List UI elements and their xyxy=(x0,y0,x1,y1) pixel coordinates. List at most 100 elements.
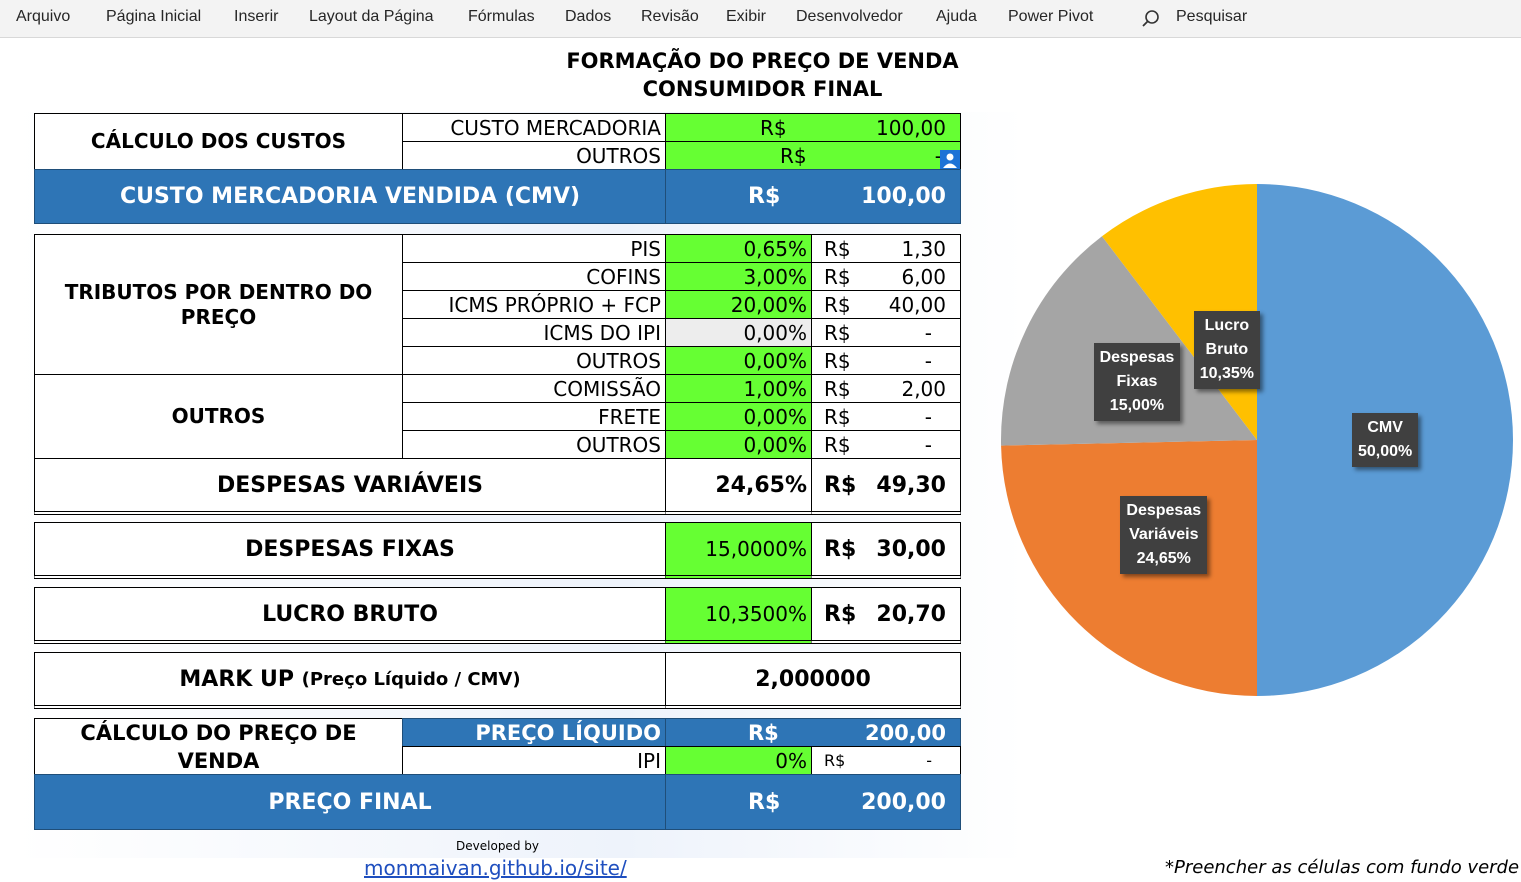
menu-ajuda[interactable]: Ajuda xyxy=(936,8,977,26)
preco-liquido-value-cell: R$ 200,00 xyxy=(665,718,961,747)
currency-symbol: R$ xyxy=(748,184,781,209)
menu-pagina-inicial[interactable]: Página Inicial xyxy=(106,8,201,26)
currency-symbol: R$ xyxy=(824,601,857,627)
custo-mercadoria-value: 100,00 xyxy=(876,115,946,140)
menu-revisao[interactable]: Revisão xyxy=(641,8,699,26)
ipi-value-cell: R$ - xyxy=(811,746,961,775)
cofins-value: 6,00 xyxy=(901,264,946,289)
icms-proprio-pct-input[interactable]: 20,00% xyxy=(665,290,812,319)
menu-formulas[interactable]: Fórmulas xyxy=(468,8,535,26)
icms-proprio-value-cell: R$ 40,00 xyxy=(811,290,961,319)
pie-chart xyxy=(1001,184,1513,696)
icms-ipi-value: - xyxy=(924,320,932,345)
currency-symbol: R$ xyxy=(824,292,851,317)
currency-symbol: R$ xyxy=(824,264,851,289)
custos-outros-label: OUTROS xyxy=(402,141,666,170)
cofins-value-cell: R$ 6,00 xyxy=(811,262,961,291)
custo-mercadoria-label: CUSTO MERCADORIA xyxy=(402,113,666,142)
frete-value-cell: R$ - xyxy=(811,402,961,431)
despesas-fixas-label: DESPESAS FIXAS xyxy=(34,522,666,579)
custo-mercadoria-input[interactable]: R$ 100,00 xyxy=(665,113,961,142)
comissao-pct-input[interactable]: 1,00% xyxy=(665,374,812,403)
currency-symbol: R$ xyxy=(824,236,851,261)
preco-header: CÁLCULO DO PREÇO DE VENDA xyxy=(34,718,403,775)
search-box[interactable]: Pesquisar xyxy=(1176,8,1247,26)
currency-symbol: R$ xyxy=(824,376,851,401)
icms-ipi-pct: 0,00% xyxy=(665,318,812,347)
despesas-variaveis-pct: 24,65% xyxy=(665,458,812,515)
outros-header: OUTROS xyxy=(34,374,403,459)
despesas-fixas-value: 30,00 xyxy=(876,536,946,562)
lucro-bruto-label: LUCRO BRUTO xyxy=(34,587,666,644)
despesas-variaveis-value-cell: R$ 49,30 xyxy=(811,458,961,515)
menu-exibir[interactable]: Exibir xyxy=(726,8,766,26)
markup-value: 2,000000 xyxy=(665,652,961,709)
currency-symbol: R$ xyxy=(824,472,857,498)
pis-pct-input[interactable]: 0,65% xyxy=(665,234,812,263)
lucro-bruto-value-cell: R$ 20,70 xyxy=(811,587,961,644)
outros-outros-label: OUTROS xyxy=(402,430,666,459)
custos-header: CÁLCULO DOS CUSTOS xyxy=(34,113,403,170)
markup-sublabel: (Preço Líquido / CMV) xyxy=(301,668,521,690)
preco-liquido-value: 200,00 xyxy=(864,720,946,745)
pis-value-cell: R$ 1,30 xyxy=(811,234,961,263)
comissao-value-cell: R$ 2,00 xyxy=(811,374,961,403)
cmv-value: 100,00 xyxy=(861,184,946,209)
despesas-variaveis-label: DESPESAS VARIÁVEIS xyxy=(34,458,666,515)
tributos-header: TRIBUTOS POR DENTRO DO PREÇO xyxy=(34,234,403,375)
ipi-pct-input[interactable]: 0% xyxy=(665,746,812,775)
pis-label: PIS xyxy=(402,234,666,263)
icms-ipi-label: ICMS DO IPI xyxy=(402,318,666,347)
currency-symbol: R$ xyxy=(748,720,779,745)
fill-instruction-note: *Preencher as células com fundo verde xyxy=(1165,857,1520,878)
menu-bar: Arquivo Página Inicial Inserir Layout da… xyxy=(0,0,1521,38)
despesas-fixas-pct-input[interactable]: 15,0000% xyxy=(665,522,812,579)
frete-pct-input[interactable]: 0,00% xyxy=(665,402,812,431)
comissao-value: 2,00 xyxy=(901,376,946,401)
markup-label-cell: MARK UP (Preço Líquido / CMV) xyxy=(34,652,666,709)
outros-outros-pct-input[interactable]: 0,00% xyxy=(665,430,812,459)
icms-ipi-value-cell: R$ - xyxy=(811,318,961,347)
menu-desenvolvedor[interactable]: Desenvolvedor xyxy=(796,8,903,26)
pie-label-lucro-bruto: Lucro Bruto 10,35% xyxy=(1193,311,1260,390)
currency-symbol: R$ xyxy=(824,348,851,373)
lucro-bruto-pct-input[interactable]: 10,3500% xyxy=(665,587,812,644)
tributos-outros-pct-input[interactable]: 0,00% xyxy=(665,346,812,375)
developed-by-label: Developed by xyxy=(456,839,539,853)
page-subtitle: CONSUMIDOR FINAL xyxy=(642,77,883,101)
ipi-label: IPI xyxy=(402,746,666,775)
tributos-outros-value-cell: R$ - xyxy=(811,346,961,375)
frete-label: FRETE xyxy=(402,402,666,431)
cmv-value-cell: R$ 100,00 xyxy=(665,169,961,224)
icms-proprio-value: 40,00 xyxy=(888,292,946,317)
menu-dados[interactable]: Dados xyxy=(565,8,611,26)
frete-value: - xyxy=(924,404,932,429)
comissao-label: COMISSÃO xyxy=(402,374,666,403)
cmv-label: CUSTO MERCADORIA VENDIDA (CMV) xyxy=(34,169,666,224)
menu-inserir[interactable]: Inserir xyxy=(234,8,278,26)
preco-final-value: 200,00 xyxy=(861,789,946,815)
tributos-outros-value: - xyxy=(924,348,932,373)
currency-symbol: R$ xyxy=(748,789,781,815)
despesas-fixas-value-cell: R$ 30,00 xyxy=(811,522,961,579)
pie-label-despesas-fixas: Despesas Fixas 15,00% xyxy=(1093,343,1181,422)
pis-value: 1,30 xyxy=(901,236,946,261)
currency-symbol: R$ xyxy=(824,404,851,429)
preco-final-label: PREÇO FINAL xyxy=(34,774,666,830)
search-icon[interactable] xyxy=(1141,9,1161,29)
menu-arquivo[interactable]: Arquivo xyxy=(16,8,70,26)
user-comment-icon[interactable] xyxy=(940,150,960,170)
cofins-pct-input[interactable]: 3,00% xyxy=(665,262,812,291)
currency-symbol: R$ xyxy=(824,751,846,770)
developer-link[interactable]: monmaivan.github.io/site/ xyxy=(364,856,627,880)
ipi-value: - xyxy=(926,751,932,770)
currency-symbol: R$ xyxy=(824,536,857,562)
preco-final-value-cell: R$ 200,00 xyxy=(665,774,961,830)
menu-power-pivot[interactable]: Power Pivot xyxy=(1008,8,1093,26)
currency-symbol: R$ xyxy=(824,432,851,457)
tributos-outros-label: OUTROS xyxy=(402,346,666,375)
currency-symbol: R$ xyxy=(824,320,851,345)
despesas-variaveis-value: 49,30 xyxy=(876,472,946,498)
custos-outros-input[interactable]: R$ - xyxy=(665,141,961,170)
menu-layout-da-pagina[interactable]: Layout da Página xyxy=(309,8,434,26)
